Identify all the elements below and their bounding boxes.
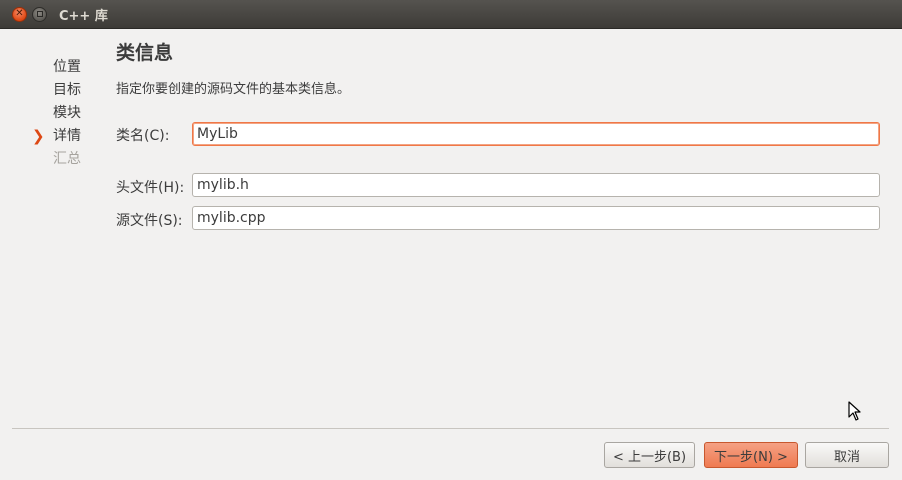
mouse-pointer-icon — [848, 401, 861, 421]
step-summary: 汇总 — [53, 151, 81, 167]
page-subtitle: 指定你要创建的源码文件的基本类信息。 — [116, 82, 351, 97]
current-step-arrow-icon: ❯ — [32, 127, 45, 145]
step-location: 位置 — [53, 59, 81, 75]
step-details: ❯ 详情 — [30, 125, 81, 148]
wizard-steps: 位置 目标 模块 ❯ 详情 汇总 — [30, 56, 81, 171]
cancel-button[interactable]: 取消 — [805, 442, 889, 468]
header-file-input[interactable] — [192, 173, 880, 197]
window-title: C++ 库 — [59, 8, 108, 24]
source-file-input[interactable] — [192, 206, 880, 230]
header-file-label: 头文件(H): — [116, 180, 185, 196]
title-bar: ✕ C++ 库 — [0, 0, 902, 29]
source-file-label: 源文件(S): — [116, 213, 183, 229]
step-modules: 模块 — [53, 105, 81, 121]
back-button[interactable]: < 上一步(B) — [604, 442, 695, 468]
class-name-input[interactable] — [192, 122, 880, 146]
button-divider — [12, 428, 889, 429]
wizard-window: ✕ C++ 库 位置 目标 模块 ❯ 详情 汇总 类信息 指定你要创建的源码文件… — [0, 0, 902, 480]
next-button[interactable]: 下一步(N) > — [704, 442, 798, 468]
close-icon[interactable]: ✕ — [12, 6, 27, 22]
step-target: 目标 — [53, 82, 81, 98]
class-name-label: 类名(C): — [116, 128, 170, 144]
page-title: 类信息 — [116, 42, 174, 64]
minimize-icon[interactable] — [32, 6, 47, 22]
